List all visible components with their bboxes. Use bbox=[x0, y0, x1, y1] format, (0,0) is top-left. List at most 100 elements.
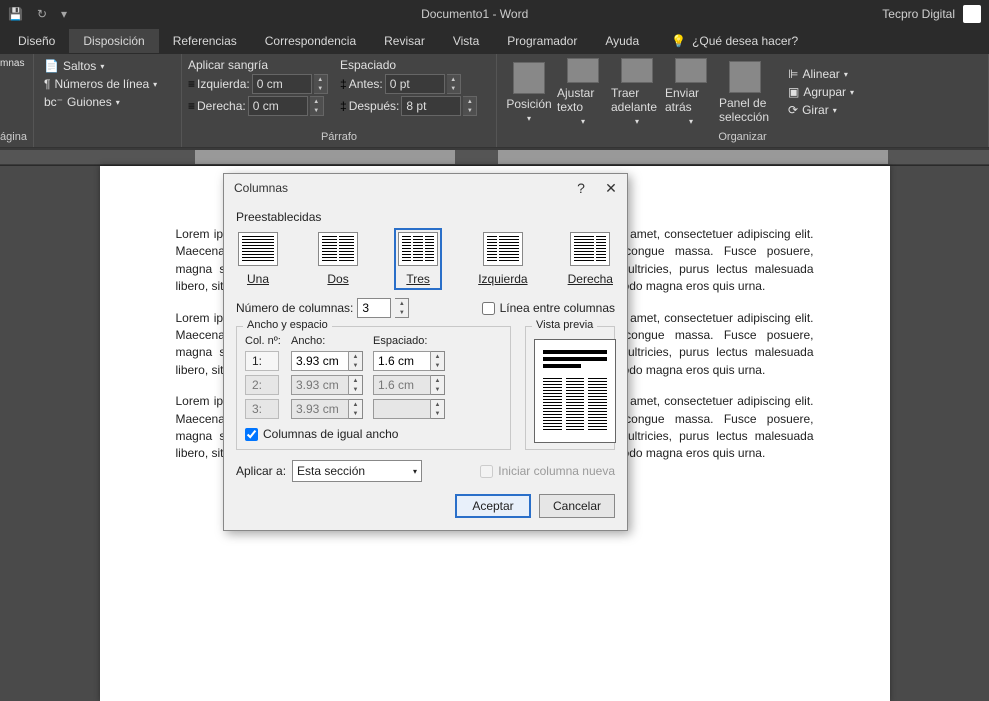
position-icon bbox=[513, 62, 545, 94]
numcols-spinner[interactable]: ▲▼ bbox=[395, 298, 409, 318]
indent-left-label: Izquierda: bbox=[197, 77, 250, 91]
align-button[interactable]: ⊫Alinear▾ bbox=[784, 66, 858, 82]
breaks-button[interactable]: 📄 Saltos▾ bbox=[40, 58, 175, 74]
indent-title: Aplicar sangría bbox=[188, 58, 338, 72]
pane-icon bbox=[729, 61, 761, 93]
group-button[interactable]: ▣Agrupar▾ bbox=[784, 84, 858, 100]
columns-dialog: Columnas ? ✕ Preestablecidas Una Dos Tre… bbox=[223, 173, 628, 531]
preset-left[interactable]: Izquierda bbox=[476, 230, 529, 288]
bring-forward-button[interactable]: Traer adelante▾ bbox=[611, 58, 663, 126]
page-group-title bbox=[40, 129, 175, 143]
spacing-before-icon: ‡ bbox=[340, 77, 347, 91]
line-numbers-icon: ¶ bbox=[44, 77, 50, 91]
indent-left-spinner[interactable]: ▲▼ bbox=[314, 74, 328, 94]
send-backward-button[interactable]: Enviar atrás▾ bbox=[665, 58, 717, 126]
preview-box bbox=[534, 339, 616, 443]
wrap-icon bbox=[567, 58, 599, 83]
preset-left-icon bbox=[483, 232, 523, 266]
equal-width-checkbox[interactable]: Columnas de igual ancho bbox=[245, 427, 502, 441]
row1-spacing[interactable] bbox=[373, 351, 431, 371]
ok-button[interactable]: Aceptar bbox=[455, 494, 531, 518]
ribbon: mnas ágina 📄 Saltos▾ ¶ Números de línea▾… bbox=[0, 54, 989, 148]
position-button[interactable]: Posición▾ bbox=[503, 58, 555, 126]
tab-ayuda[interactable]: Ayuda bbox=[591, 29, 653, 53]
horizontal-ruler[interactable] bbox=[0, 148, 989, 166]
arrange-group-title: Organizar bbox=[503, 129, 982, 143]
profile-name[interactable]: Tecpro Digital bbox=[882, 7, 955, 21]
indent-right-input[interactable] bbox=[248, 96, 308, 116]
hyphenation-button[interactable]: bc⁻ Guiones▾ bbox=[40, 94, 175, 110]
bulb-icon: 💡 bbox=[671, 34, 686, 48]
paragraph-group-title: Párrafo bbox=[188, 129, 490, 143]
save-icon[interactable]: 💾 bbox=[8, 7, 23, 21]
align-icon: ⊫ bbox=[788, 67, 798, 81]
tab-disposicion[interactable]: Disposición bbox=[69, 29, 158, 53]
row2-width bbox=[291, 375, 349, 395]
row3-width bbox=[291, 399, 349, 419]
tell-me[interactable]: 💡 ¿Qué desea hacer? bbox=[671, 34, 798, 48]
row3-spacing bbox=[373, 399, 431, 419]
tab-vista[interactable]: Vista bbox=[439, 29, 493, 53]
spacing-after-input[interactable] bbox=[401, 96, 461, 116]
rotate-icon: ⟳ bbox=[788, 103, 798, 117]
rotate-button[interactable]: ⟳Girar▾ bbox=[784, 102, 858, 118]
row1-width[interactable] bbox=[291, 351, 349, 371]
window-title: Documento1 - Word bbox=[67, 7, 882, 21]
indent-right-label: Derecha: bbox=[197, 99, 246, 113]
titlebar: 💾 ↻ ▾ Documento1 - Word Tecpro Digital bbox=[0, 0, 989, 28]
preset-three-icon bbox=[398, 232, 438, 266]
spacing-header: Espaciado: bbox=[373, 335, 451, 347]
col-num-header: Col. nº: bbox=[245, 335, 287, 347]
spacing-before-input[interactable] bbox=[385, 74, 445, 94]
tab-correspondencia[interactable]: Correspondencia bbox=[251, 29, 370, 53]
presets-title: Preestablecidas bbox=[236, 210, 615, 224]
tab-diseno[interactable]: Diseño bbox=[4, 29, 69, 53]
chevron-down-icon: ▾ bbox=[413, 467, 417, 476]
wrap-text-button[interactable]: Ajustar texto▾ bbox=[557, 58, 609, 126]
group-icon: ▣ bbox=[788, 85, 799, 99]
columns-label-partial: mnas bbox=[0, 58, 27, 69]
preset-one[interactable]: Una bbox=[236, 230, 280, 288]
preset-three[interactable]: Tres bbox=[396, 230, 440, 288]
backward-icon bbox=[675, 58, 707, 83]
start-new-column-checkbox: Iniciar columna nueva bbox=[480, 464, 615, 478]
indent-right-spinner[interactable]: ▲▼ bbox=[310, 96, 324, 116]
hyphenation-icon: bc⁻ bbox=[44, 95, 63, 109]
dialog-close-button[interactable]: ✕ bbox=[603, 180, 619, 196]
row2-spacing bbox=[373, 375, 431, 395]
preset-two[interactable]: Dos bbox=[316, 230, 360, 288]
spacing-title: Espaciado bbox=[340, 58, 490, 72]
ribbon-tabs: Diseño Disposición Referencias Correspon… bbox=[0, 28, 989, 54]
tab-revisar[interactable]: Revisar bbox=[370, 29, 439, 53]
dialog-help-button[interactable]: ? bbox=[573, 180, 589, 196]
spacing-before-label: Antes: bbox=[349, 77, 383, 91]
tab-programador[interactable]: Programador bbox=[493, 29, 591, 53]
dialog-title: Columnas bbox=[234, 181, 288, 195]
row3-label: 3: bbox=[245, 399, 279, 419]
forward-icon bbox=[621, 58, 653, 83]
tell-me-text: ¿Qué desea hacer? bbox=[692, 34, 798, 48]
line-numbers-button[interactable]: ¶ Números de línea▾ bbox=[40, 76, 175, 92]
spacing-after-label: Después: bbox=[349, 99, 400, 113]
line-between-checkbox[interactable]: Línea entre columnas bbox=[482, 301, 615, 315]
preset-two-icon bbox=[318, 232, 358, 266]
selection-pane-button[interactable]: Panel de selección bbox=[719, 58, 771, 126]
indent-left-input[interactable] bbox=[252, 74, 312, 94]
preset-right-icon bbox=[570, 232, 610, 266]
row2-label: 2: bbox=[245, 375, 279, 395]
width-header: Ancho: bbox=[291, 335, 369, 347]
profile-avatar[interactable] bbox=[963, 5, 981, 23]
preset-right[interactable]: Derecha bbox=[566, 230, 615, 288]
indent-left-icon: ≡ bbox=[188, 77, 195, 91]
tab-referencias[interactable]: Referencias bbox=[159, 29, 251, 53]
row1-label: 1: bbox=[245, 351, 279, 371]
apply-to-select[interactable]: Esta sección ▾ bbox=[292, 460, 422, 482]
spacing-before-spinner[interactable]: ▲▼ bbox=[447, 74, 461, 94]
spacing-after-spinner[interactable]: ▲▼ bbox=[463, 96, 477, 116]
undo-icon[interactable]: ↻ bbox=[37, 7, 47, 21]
indent-right-icon: ≡ bbox=[188, 99, 195, 113]
numcols-input[interactable] bbox=[357, 298, 391, 318]
spacing-after-icon: ‡ bbox=[340, 99, 347, 113]
page-group-title-partial: ágina bbox=[0, 129, 27, 143]
cancel-button[interactable]: Cancelar bbox=[539, 494, 615, 518]
